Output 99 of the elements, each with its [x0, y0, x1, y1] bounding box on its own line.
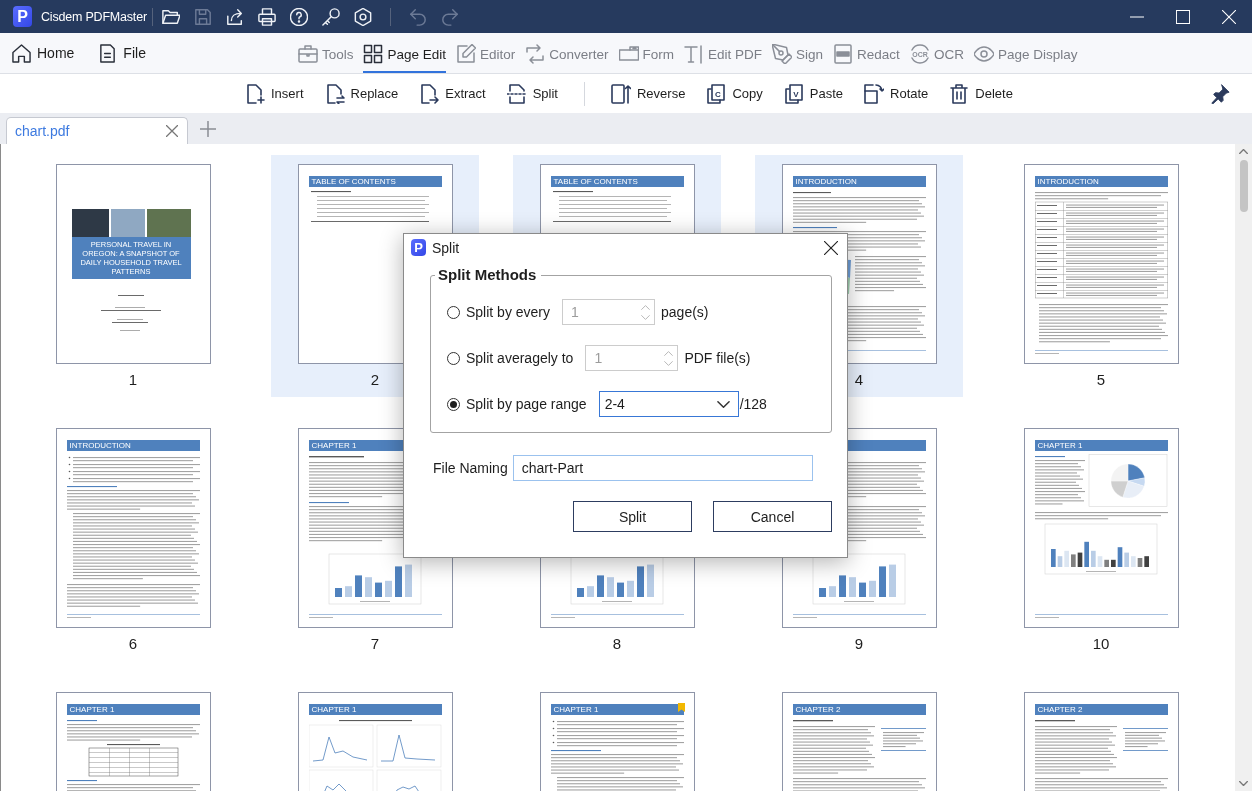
- menu-tab[interactable]: Page Display: [973, 33, 1078, 73]
- page-range-combo[interactable]: 2-4: [598, 391, 739, 417]
- page-item[interactable]: CHAPTER 2: [997, 683, 1205, 791]
- trash-icon: [949, 83, 970, 104]
- page-item[interactable]: CHAPTER 1: [513, 683, 721, 791]
- radio-button[interactable]: [447, 397, 460, 411]
- document-icon: [98, 43, 118, 63]
- page-heading: CHAPTER 1: [550, 704, 684, 715]
- app-title: Cisdem PDFMaster: [41, 9, 147, 24]
- close-icon[interactable]: [824, 240, 838, 255]
- menu-tab[interactable]: Sign: [772, 33, 824, 73]
- nav-button[interactable]: Home: [12, 33, 75, 73]
- menu-tab[interactable]: Tools: [297, 33, 354, 73]
- photo-placeholder: [147, 209, 191, 237]
- key-icon[interactable]: [321, 7, 340, 26]
- dialog-button[interactable]: Split: [573, 501, 692, 532]
- menu-tab[interactable]: Form: [618, 33, 675, 73]
- blackout-icon: [833, 44, 854, 64]
- chevron-up-icon[interactable]: [1239, 147, 1248, 156]
- dialog-button[interactable]: Cancel: [713, 501, 832, 532]
- page-number: 5: [1096, 372, 1106, 388]
- page-plus-icon: [245, 83, 265, 104]
- page-item[interactable]: CHAPTER 1 10: [997, 419, 1205, 661]
- pen-nib-icon: [772, 44, 793, 64]
- page-heading: INTRODUCTION: [792, 176, 926, 187]
- page-item[interactable]: CHAPTER 1: [271, 683, 479, 791]
- field-label: File Naming: [433, 460, 508, 476]
- scrollbar[interactable]: [1235, 144, 1252, 791]
- toolbar-button[interactable]: Rotate: [864, 83, 929, 104]
- toolbar-button[interactable]: Replace: [324, 83, 399, 104]
- briefcase-icon: [297, 44, 318, 64]
- page-number: 4: [854, 372, 864, 388]
- unit-label: page(s): [661, 304, 709, 320]
- nav-button[interactable]: File: [98, 33, 146, 73]
- share-icon[interactable]: [225, 7, 244, 26]
- toolbar-button[interactable]: Reverse: [611, 83, 686, 104]
- page-arrow-icon: [419, 83, 440, 104]
- page-heading: CHAPTER 1: [66, 704, 200, 715]
- file-name-field[interactable]: chart-Part: [512, 455, 813, 481]
- toolbar-button[interactable]: V Paste: [783, 83, 843, 104]
- app-logo: P: [411, 239, 426, 256]
- toolbar-button[interactable]: Insert: [245, 83, 304, 104]
- menu-tab[interactable]: Redact: [833, 33, 900, 73]
- unit-label: PDF file(s): [684, 350, 751, 366]
- page-heading: CHAPTER 2: [1034, 704, 1168, 715]
- photo-placeholder: [71, 209, 109, 237]
- pin-icon[interactable]: [1210, 83, 1230, 104]
- page-rotate-icon: [864, 83, 884, 104]
- toolbar-button[interactable]: Extract: [419, 83, 486, 104]
- page-number: 6: [128, 636, 138, 652]
- document-tab[interactable]: chart.pdf: [6, 117, 188, 144]
- radio-button[interactable]: [447, 305, 460, 319]
- page-number: 8: [612, 636, 622, 652]
- printer-icon[interactable]: [257, 7, 276, 26]
- page-number: 2: [370, 372, 380, 388]
- folder-icon[interactable]: [161, 7, 180, 26]
- page-item[interactable]: CHAPTER 2: [755, 683, 963, 791]
- radio-button[interactable]: [447, 351, 460, 365]
- help-icon[interactable]: [289, 7, 308, 26]
- settings-icon[interactable]: [353, 7, 372, 26]
- page-item[interactable]: INTRODUCTION 6: [29, 419, 237, 661]
- menu-tab[interactable]: Editor: [456, 33, 516, 73]
- page-flip-icon: [611, 83, 631, 104]
- chevron-down-icon[interactable]: [1239, 779, 1248, 788]
- toolbar-button[interactable]: Delete: [949, 83, 1013, 104]
- pen-square-icon: [456, 44, 476, 64]
- page-number: 1: [128, 372, 138, 388]
- page-item[interactable]: INTRODUCTION 5: [997, 155, 1205, 397]
- page-number: 7: [370, 636, 380, 652]
- page-item[interactable]: CHAPTER 1: [29, 683, 237, 791]
- page-heading: CHAPTER 1: [308, 704, 442, 715]
- page-swap-icon: [324, 83, 345, 104]
- page-heading: CHAPTER 1: [1034, 440, 1168, 451]
- scroll-thumb[interactable]: [1239, 160, 1248, 212]
- app-logo: P: [13, 6, 32, 27]
- menu-tab[interactable]: Page Edit: [363, 33, 446, 73]
- page-heading: INTRODUCTION: [66, 440, 200, 451]
- unit-label: /128: [739, 396, 767, 412]
- page-heading: TABLE OF CONTENTS: [550, 176, 684, 187]
- form-icon: [618, 44, 639, 64]
- grid-icon: [363, 44, 384, 64]
- menu-tab[interactable]: Edit PDF: [684, 33, 763, 73]
- option-label[interactable]: Split by page range: [466, 396, 587, 412]
- text-cursor-icon: [684, 44, 705, 64]
- toolbar-button[interactable]: Split: [506, 83, 558, 104]
- arrows-icon: [525, 44, 546, 64]
- page-heading: CHAPTER 2: [792, 704, 926, 715]
- page-heading: TABLE OF CONTENTS: [308, 176, 442, 187]
- maximize-icon[interactable]: [1176, 9, 1190, 24]
- dialog-title: Split: [432, 239, 460, 256]
- toolbar-button[interactable]: C Copy: [706, 83, 763, 104]
- page-number: 9: [854, 636, 864, 652]
- dashed-page-icon: [506, 83, 527, 104]
- eye-icon: [973, 44, 994, 64]
- page-heading: INTRODUCTION: [1034, 176, 1168, 187]
- page-number: 10: [1092, 636, 1110, 652]
- house-icon: [12, 43, 31, 63]
- menu-tab[interactable]: Converter: [525, 33, 609, 73]
- photo-placeholder: [110, 209, 146, 237]
